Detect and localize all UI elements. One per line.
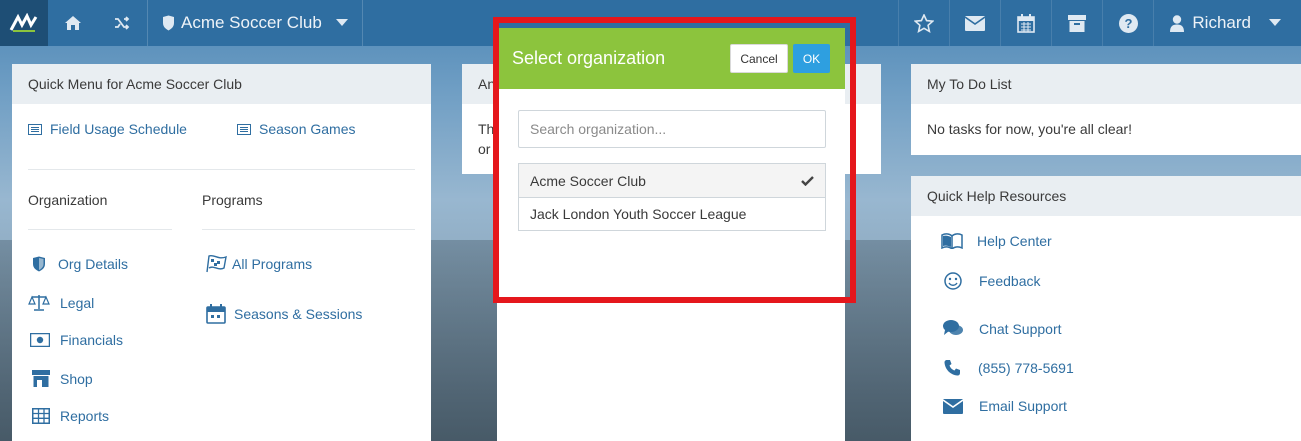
- help-icon[interactable]: ?: [1102, 0, 1153, 46]
- panel-title: Quick Menu for Acme Soccer Club: [12, 64, 431, 104]
- link-label: Help Center: [977, 233, 1052, 249]
- topbar-right: ? Richard: [898, 0, 1301, 46]
- shield-icon: [33, 256, 45, 272]
- book-icon: [941, 233, 963, 249]
- help-center-link[interactable]: Help Center: [941, 233, 1052, 249]
- app-logo[interactable]: [0, 0, 48, 46]
- shuffle-icon[interactable]: [97, 0, 147, 46]
- season-games-link[interactable]: Season Games: [237, 121, 356, 137]
- panel-title: My To Do List: [911, 64, 1301, 104]
- phone-icon: [944, 360, 960, 376]
- star-icon[interactable]: [898, 0, 949, 46]
- calendar-icon[interactable]: [1000, 0, 1051, 46]
- reports-link[interactable]: Reports: [32, 408, 109, 424]
- link-label: Feedback: [979, 273, 1041, 289]
- link-label: Chat Support: [979, 320, 1062, 337]
- announcement-text: or: [478, 141, 491, 157]
- todo-panel: My To Do List No tasks for now, you're a…: [911, 64, 1301, 155]
- scale-icon: [28, 295, 50, 311]
- link-label: Reports: [60, 408, 110, 424]
- field-usage-schedule-link[interactable]: Field Usage Schedule: [28, 121, 187, 137]
- shield-icon: [163, 15, 174, 31]
- flag-icon: [206, 254, 227, 273]
- caret-down-icon: [335, 19, 348, 26]
- link-label: Field Usage Schedule: [50, 121, 187, 137]
- org-switcher[interactable]: Acme Soccer Club: [148, 0, 362, 46]
- calendar-icon: [206, 304, 226, 324]
- divider: [28, 169, 415, 170]
- org-details-link[interactable]: Org Details: [32, 256, 128, 272]
- user-name: Richard: [1192, 13, 1251, 32]
- link-label: All Programs: [232, 256, 313, 272]
- chat-icon: [943, 320, 963, 335]
- shop-link[interactable]: Shop: [32, 370, 93, 387]
- link-label: Season Games: [259, 121, 356, 137]
- divider: [28, 229, 172, 230]
- feedback-link[interactable]: Feedback: [944, 272, 1040, 290]
- user-menu[interactable]: Richard: [1153, 0, 1301, 46]
- organization-heading: Organization: [28, 192, 108, 208]
- quick-menu-panel: Quick Menu for Acme Soccer Club Field Us…: [12, 64, 431, 441]
- mail-icon[interactable]: [949, 0, 1000, 46]
- todo-empty-message: No tasks for now, you're all clear!: [927, 121, 1132, 137]
- link-label: Email Support: [979, 398, 1067, 414]
- money-icon: [30, 333, 50, 347]
- smile-icon: [944, 272, 962, 290]
- list-icon: [237, 123, 251, 135]
- link-label: Legal: [60, 294, 95, 311]
- chat-support-link[interactable]: Chat Support: [943, 320, 1062, 337]
- mail-icon: [943, 398, 963, 414]
- table-icon: [32, 408, 50, 424]
- link-label: Seasons & Sessions: [234, 306, 363, 322]
- announcement-text: Th: [478, 121, 495, 137]
- home-icon[interactable]: [48, 0, 97, 46]
- link-label: Shop: [60, 370, 93, 387]
- seasons-sessions-link[interactable]: Seasons & Sessions: [206, 304, 362, 324]
- email-support-link[interactable]: Email Support: [943, 398, 1067, 414]
- caret-down-icon: [1269, 19, 1281, 26]
- all-programs-link[interactable]: All Programs: [206, 254, 312, 274]
- svg-text:?: ?: [1124, 16, 1132, 31]
- shop-icon: [32, 370, 50, 387]
- programs-heading: Programs: [202, 192, 263, 208]
- user-icon: [1170, 14, 1185, 32]
- link-label: (855) 778-5691: [978, 359, 1074, 376]
- archive-icon[interactable]: [1051, 0, 1102, 46]
- financials-link[interactable]: Financials: [30, 332, 123, 348]
- phone-link[interactable]: (855) 778-5691: [944, 359, 1074, 376]
- divider: [202, 229, 415, 230]
- panel-title: Quick Help Resources: [911, 176, 1301, 216]
- link-label: Org Details: [58, 256, 129, 272]
- highlight-annotation-box: [493, 17, 856, 303]
- list-icon: [28, 123, 42, 135]
- legal-link[interactable]: Legal: [28, 294, 94, 311]
- org-switcher-label: Acme Soccer Club: [181, 13, 322, 32]
- divider: [361, 0, 363, 46]
- quick-help-panel: Quick Help Resources Help Center Feedbac…: [911, 176, 1301, 441]
- link-label: Financials: [60, 332, 124, 348]
